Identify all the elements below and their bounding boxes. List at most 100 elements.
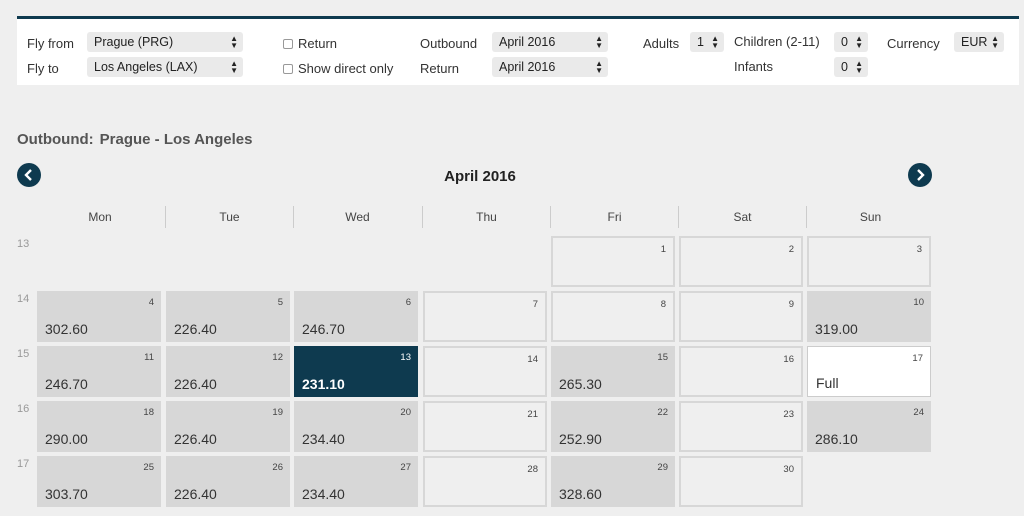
day-number: 21	[527, 409, 538, 420]
infants-value: 0	[841, 60, 848, 74]
day-number: 19	[272, 407, 283, 418]
calendar-day-19[interactable]: 19 226.40	[166, 401, 290, 452]
day-price: 226.40	[174, 321, 217, 337]
day-price: 290.00	[45, 431, 88, 447]
day-number: 27	[400, 462, 411, 473]
infants-select[interactable]: 0 ▲ ▼	[834, 57, 868, 77]
day-number: 13	[400, 352, 411, 363]
day-price: 231.10	[302, 376, 345, 392]
return-month-select[interactable]: April 2016 ▲ ▼	[492, 57, 608, 77]
calendar-day-18[interactable]: 18 290.00	[37, 401, 161, 452]
calendar-day-28: 28	[423, 456, 547, 507]
calendar-day-26[interactable]: 26 226.40	[166, 456, 290, 507]
day-number: 3	[916, 244, 922, 255]
adults-select[interactable]: 1 ▲ ▼	[690, 32, 724, 52]
infants-label: Infants	[734, 59, 774, 74]
week-number: 16	[17, 403, 30, 415]
outbound-month-value: April 2016	[499, 35, 556, 49]
calendar-day-2: 2	[679, 236, 803, 287]
adults-value: 1	[697, 35, 704, 49]
day-number: 29	[657, 462, 668, 473]
calendar-day-15[interactable]: 15 265.30	[551, 346, 675, 397]
day-number: 25	[143, 462, 154, 473]
day-price: 252.90	[559, 431, 602, 447]
sold-out-label: Full	[816, 375, 839, 391]
day-number: 24	[913, 407, 924, 418]
outbound-heading-label: Outbound:	[17, 131, 94, 148]
return-checkbox-label: Return	[298, 36, 338, 51]
calendar-day-21: 21	[423, 401, 547, 452]
day-price: 234.40	[302, 431, 345, 447]
day-header-mon: Mon	[88, 210, 112, 224]
direct-only-checkbox[interactable]	[283, 64, 293, 74]
return-checkbox[interactable]	[283, 39, 293, 49]
chevron-left-icon	[24, 169, 32, 181]
fly-from-select[interactable]: Prague (PRG) ▲ ▼	[87, 32, 243, 52]
currency-select[interactable]: EUR ▲ ▼	[954, 32, 1004, 52]
calendar-day-24[interactable]: 24 286.10	[807, 401, 931, 452]
day-number: 16	[783, 354, 794, 365]
calendar-day-11[interactable]: 11 246.70	[37, 346, 161, 397]
outbound-route: Prague - Los Angeles	[99, 131, 253, 148]
day-header-fri: Fri	[550, 206, 678, 228]
direct-only-label: Show direct only	[298, 61, 394, 76]
fly-to-select[interactable]: Los Angeles (LAX) ▲ ▼	[87, 57, 243, 77]
day-price: 302.60	[45, 321, 88, 337]
calendar-day-22[interactable]: 22 252.90	[551, 401, 675, 452]
select-arrows-icon: ▲ ▼	[991, 34, 999, 50]
day-number: 5	[277, 297, 283, 308]
calendar-day-3: 3	[807, 236, 931, 287]
chevron-right-icon	[917, 169, 925, 181]
currency-value: EUR	[961, 35, 988, 49]
select-arrows-icon: ▲ ▼	[855, 59, 863, 75]
fly-to-value: Los Angeles (LAX)	[94, 60, 198, 74]
calendar-day-25[interactable]: 25 303.70	[37, 456, 161, 507]
outbound-month-select[interactable]: April 2016 ▲ ▼	[492, 32, 608, 52]
day-price: 246.70	[302, 321, 345, 337]
select-arrows-icon: ▲ ▼	[855, 34, 863, 50]
day-price: 226.40	[174, 486, 217, 502]
next-month-button[interactable]	[908, 163, 932, 187]
day-price: 226.40	[174, 376, 217, 392]
day-header-thu: Thu	[422, 206, 550, 228]
fly-to-label: Fly to	[27, 61, 59, 76]
adults-label: Adults	[643, 36, 680, 51]
calendar-day-20[interactable]: 20 234.40	[294, 401, 418, 452]
select-arrows-icon: ▲ ▼	[230, 34, 238, 50]
day-number: 20	[400, 407, 411, 418]
calendar-day-9: 9	[679, 291, 803, 342]
day-price: 265.30	[559, 376, 602, 392]
day-price: 286.10	[815, 431, 858, 447]
prev-month-button[interactable]	[17, 163, 41, 187]
return-month-value: April 2016	[499, 60, 556, 74]
fly-from-label: Fly from	[27, 36, 74, 51]
currency-label: Currency	[887, 36, 940, 51]
children-select[interactable]: 0 ▲ ▼	[834, 32, 868, 52]
day-number: 18	[143, 407, 154, 418]
day-number: 30	[783, 464, 794, 475]
select-arrows-icon: ▲ ▼	[711, 34, 719, 50]
day-number: 22	[657, 407, 668, 418]
select-arrows-icon: ▲ ▼	[595, 59, 603, 75]
day-number: 17	[912, 353, 923, 364]
calendar-day-12[interactable]: 12 226.40	[166, 346, 290, 397]
day-header-sun: Sun	[806, 206, 934, 228]
day-price: 319.00	[815, 321, 858, 337]
search-panel: Fly from Prague (PRG) ▲ ▼ Fly to Los Ange…	[17, 16, 1019, 85]
calendar-day-6[interactable]: 6 246.70	[294, 291, 418, 342]
calendar-day-4[interactable]: 4 302.60	[37, 291, 161, 342]
week-number: 14	[17, 293, 30, 305]
day-price: 246.70	[45, 376, 88, 392]
day-header-wed: Wed	[293, 206, 421, 228]
calendar-day-23: 23	[679, 401, 803, 452]
calendar-day-27[interactable]: 27 234.40	[294, 456, 418, 507]
calendar-day-30: 30	[679, 456, 803, 507]
calendar-day-5[interactable]: 5 226.40	[166, 291, 290, 342]
day-header-tue: Tue	[165, 206, 293, 228]
calendar-day-10[interactable]: 10 319.00	[807, 291, 931, 342]
calendar-day-29[interactable]: 29 328.60	[551, 456, 675, 507]
calendar-day-13[interactable]: 13 231.10	[294, 346, 418, 397]
day-number: 10	[913, 297, 924, 308]
day-number: 11	[144, 352, 154, 363]
children-label: Children (2-11)	[734, 34, 820, 49]
